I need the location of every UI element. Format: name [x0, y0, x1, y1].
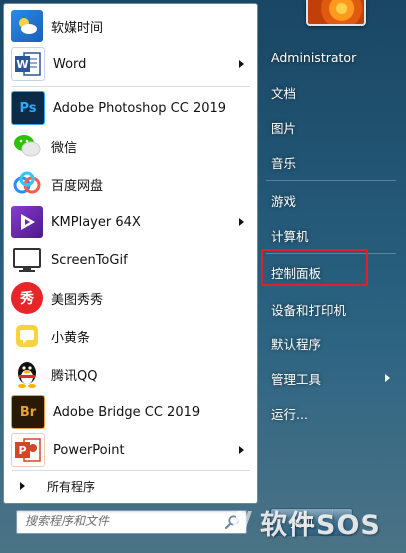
right-item-devices-printers[interactable]: 设备和打印机 — [262, 294, 400, 324]
right-item-run[interactable]: 运行... — [262, 398, 400, 428]
separator — [12, 470, 250, 471]
program-label: 百度网盘 — [51, 178, 104, 194]
program-ruanmei-time[interactable]: 软媒时间 — [6, 7, 254, 45]
submenu-arrow-icon[interactable] — [385, 374, 390, 382]
powerpoint-glyph: P — [18, 444, 26, 457]
right-item-label: 游戏 — [271, 193, 297, 209]
wechat-icon — [11, 130, 43, 162]
separator — [266, 180, 396, 181]
program-label: 微信 — [51, 140, 78, 156]
word-icon: W — [11, 47, 45, 81]
right-item-label: 运行... — [271, 406, 308, 422]
program-label: 软媒时间 — [51, 20, 104, 36]
word-glyph: W — [16, 58, 28, 71]
program-label: 小黄条 — [51, 330, 91, 346]
powerpoint-icon: P — [11, 433, 45, 467]
control-panel-highlight — [261, 249, 368, 286]
program-label: KMPlayer 64X — [51, 214, 141, 230]
screentogif-icon — [11, 244, 43, 276]
program-screentogif[interactable]: ScreenToGif — [6, 241, 254, 279]
right-item-pictures[interactable]: 图片 — [262, 112, 400, 142]
program-label: 腾讯QQ — [51, 368, 98, 384]
right-item-admin-tools[interactable]: 管理工具 — [262, 363, 400, 393]
program-meitu[interactable]: 秀 美图秀秀 — [6, 279, 254, 317]
right-item-label: 默认程序 — [271, 336, 322, 352]
qq-penguin-icon — [11, 358, 43, 390]
sticky-note-icon — [11, 320, 43, 352]
right-item-label: 设备和打印机 — [271, 302, 347, 318]
right-item-label: 图片 — [271, 120, 297, 136]
start-menu: 软媒时间 W Word Ps Adobe Photoshop CC 2019 微… — [0, 0, 406, 553]
program-label: Adobe Bridge CC 2019 — [53, 404, 201, 420]
program-baidu-netdisk[interactable]: 百度网盘 — [6, 165, 254, 203]
program-label: Adobe Photoshop CC 2019 — [53, 100, 227, 116]
watermark: 软件SOS — [226, 502, 381, 542]
photoshop-icon: Ps — [11, 91, 45, 125]
programs-panel: 软媒时间 W Word Ps Adobe Photoshop CC 2019 微… — [3, 3, 258, 504]
kmplayer-icon — [11, 206, 43, 238]
weather-clock-icon — [11, 10, 43, 42]
program-word[interactable]: W Word — [6, 45, 254, 83]
program-label: PowerPoint — [53, 442, 125, 458]
right-item-label: 音乐 — [271, 155, 297, 171]
submenu-arrow-icon[interactable] — [239, 446, 244, 454]
right-item-label: 计算机 — [271, 228, 309, 244]
program-label: 美图秀秀 — [51, 292, 104, 308]
search-input[interactable] — [17, 511, 225, 531]
submenu-arrow-icon[interactable] — [239, 60, 244, 68]
right-item-administrator[interactable]: Administrator — [262, 42, 400, 72]
right-item-default-programs[interactable]: 默认程序 — [262, 328, 400, 358]
right-item-documents[interactable]: 文档 — [262, 77, 400, 107]
submenu-arrow-icon[interactable] — [239, 218, 244, 226]
program-sticky-note[interactable]: 小黄条 — [6, 317, 254, 355]
right-item-computer[interactable]: 计算机 — [262, 220, 400, 250]
program-qq[interactable]: 腾讯QQ — [6, 355, 254, 393]
user-avatar[interactable] — [306, 0, 366, 26]
program-wechat[interactable]: 微信 — [6, 127, 254, 165]
baidu-netdisk-icon — [11, 168, 43, 200]
program-label: ScreenToGif — [51, 252, 128, 268]
meitu-icon: 秀 — [11, 282, 43, 314]
user-name: Administrator — [271, 49, 357, 65]
program-photoshop[interactable]: Ps Adobe Photoshop CC 2019 — [6, 89, 254, 127]
right-item-games[interactable]: 游戏 — [262, 185, 400, 215]
watermark-text: 软件SOS — [260, 509, 381, 541]
all-programs-label: 所有程序 — [47, 479, 96, 494]
bridge-icon: Br — [11, 395, 45, 429]
program-kmplayer[interactable]: KMPlayer 64X — [6, 203, 254, 241]
all-programs-button[interactable]: 所有程序 — [6, 473, 254, 499]
right-item-label: 管理工具 — [271, 371, 322, 387]
program-bridge[interactable]: Br Adobe Bridge CC 2019 — [6, 393, 254, 431]
search-box[interactable] — [16, 510, 247, 534]
right-item-music[interactable]: 音乐 — [262, 147, 400, 177]
program-powerpoint[interactable]: P PowerPoint — [6, 431, 254, 469]
right-item-label: 文档 — [271, 85, 297, 101]
watermark-logo-icon — [230, 511, 252, 533]
separator — [12, 86, 250, 87]
program-label: Word — [53, 56, 87, 72]
all-programs-arrow-icon — [20, 482, 25, 490]
